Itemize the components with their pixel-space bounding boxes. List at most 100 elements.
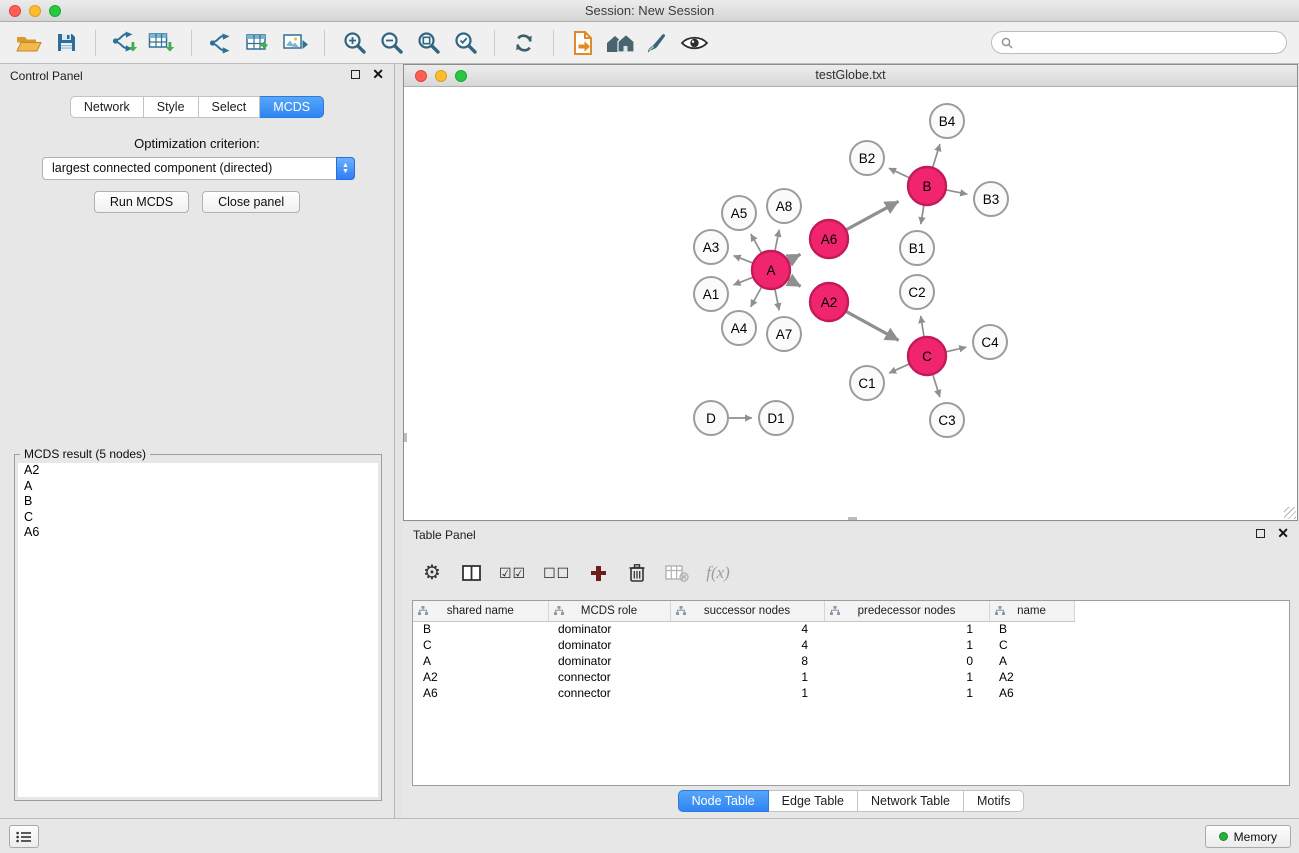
table-cell[interactable]: connector bbox=[548, 685, 670, 701]
status-menu-button[interactable] bbox=[9, 825, 39, 848]
minimize-window-button[interactable] bbox=[29, 5, 41, 17]
graph-node-C4[interactable]: C4 bbox=[973, 325, 1007, 359]
table-cell[interactable]: connector bbox=[548, 669, 670, 685]
save-session-button[interactable] bbox=[49, 26, 83, 60]
zoom-selected-button[interactable] bbox=[448, 26, 482, 60]
table-cell[interactable]: A2 bbox=[413, 669, 548, 685]
graph-edge-A-A6[interactable] bbox=[788, 254, 801, 261]
delete-table-button[interactable] bbox=[665, 560, 689, 586]
memory-button[interactable]: Memory bbox=[1205, 825, 1291, 848]
close-network-window-button[interactable] bbox=[415, 70, 427, 82]
import-network-button[interactable] bbox=[108, 26, 142, 60]
graph-edge-A-A8[interactable] bbox=[775, 230, 779, 252]
table-cell[interactable]: 4 bbox=[670, 637, 824, 653]
tab-mcds[interactable]: MCDS bbox=[260, 96, 324, 118]
table-cell[interactable]: 8 bbox=[670, 653, 824, 669]
table-cell[interactable]: C bbox=[989, 637, 1074, 653]
new-table-button[interactable] bbox=[241, 26, 275, 60]
refresh-view-button[interactable] bbox=[507, 26, 541, 60]
graph-node-D1[interactable]: D1 bbox=[759, 401, 793, 435]
table-cell[interactable]: 1 bbox=[824, 669, 989, 685]
table-settings-button[interactable]: ⚙ bbox=[421, 560, 443, 586]
graph-node-C2[interactable]: C2 bbox=[900, 275, 934, 309]
resize-grip-icon[interactable] bbox=[1284, 507, 1296, 519]
graph-node-A4[interactable]: A4 bbox=[722, 311, 756, 345]
zoom-window-button[interactable] bbox=[49, 5, 61, 17]
graph-node-C1[interactable]: C1 bbox=[850, 366, 884, 400]
table-cell[interactable]: 0 bbox=[824, 653, 989, 669]
search-box[interactable] bbox=[991, 31, 1287, 54]
table-row[interactable]: A6connector11A6 bbox=[413, 685, 1074, 701]
graph-node-A5[interactable]: A5 bbox=[722, 196, 756, 230]
graph-edge-C-C4[interactable] bbox=[946, 347, 967, 352]
column-header-name[interactable]: name bbox=[989, 601, 1074, 621]
close-panel-icon[interactable]: ✕ bbox=[372, 69, 384, 79]
table-tab-node-table[interactable]: Node Table bbox=[678, 790, 769, 812]
graph-edge-A-A2[interactable] bbox=[788, 279, 801, 286]
graph-edge-B-B3[interactable] bbox=[946, 190, 968, 194]
table-cell[interactable]: A6 bbox=[413, 685, 548, 701]
network-canvas[interactable]: B4B2BB3A5A8A6A3B1AC2A1A2A4A7C4CC1DD1C3 bbox=[404, 87, 1297, 520]
function-builder-button[interactable]: f(x) bbox=[706, 560, 730, 586]
dropdown-stepper-icon[interactable]: ▲▼ bbox=[336, 157, 355, 180]
table-cell[interactable]: dominator bbox=[548, 621, 670, 637]
result-item[interactable]: A2 bbox=[18, 463, 378, 479]
graph-node-D[interactable]: D bbox=[694, 401, 728, 435]
add-row-button[interactable] bbox=[587, 560, 609, 586]
toggle-visibility-button[interactable] bbox=[677, 26, 711, 60]
float-table-panel-icon[interactable] bbox=[1256, 529, 1265, 538]
search-input[interactable] bbox=[1019, 36, 1277, 50]
graph-edge-C-C2[interactable] bbox=[921, 316, 924, 337]
table-tab-motifs[interactable]: Motifs bbox=[964, 790, 1024, 812]
table-row[interactable]: Adominator80A bbox=[413, 653, 1074, 669]
graph-edge-A-A5[interactable] bbox=[751, 234, 762, 253]
column-header-predecessor-nodes[interactable]: predecessor nodes bbox=[824, 601, 989, 621]
graph-node-A7[interactable]: A7 bbox=[767, 317, 801, 351]
zoom-in-button[interactable] bbox=[337, 26, 371, 60]
graph-node-B2[interactable]: B2 bbox=[850, 141, 884, 175]
table-cell[interactable]: A bbox=[989, 653, 1074, 669]
result-item[interactable]: C bbox=[18, 510, 378, 526]
table-cell[interactable]: 1 bbox=[824, 637, 989, 653]
graph-edge-B-B1[interactable] bbox=[921, 205, 924, 224]
optimization-criterion-select[interactable]: largest connected component (directed) ▲… bbox=[42, 157, 355, 180]
graph-edge-B-B2[interactable] bbox=[889, 168, 910, 178]
graph-edge-C-C1[interactable] bbox=[889, 364, 910, 373]
table-tab-network-table[interactable]: Network Table bbox=[858, 790, 964, 812]
table-tab-edge-table[interactable]: Edge Table bbox=[769, 790, 858, 812]
title-bar[interactable]: Session: New Session bbox=[0, 0, 1299, 22]
graph-edge-C-C3[interactable] bbox=[933, 374, 940, 397]
mcds-result-list[interactable]: A2ABCA6 bbox=[18, 463, 378, 797]
close-table-panel-icon[interactable]: ✕ bbox=[1277, 528, 1289, 538]
table-cell[interactable]: C bbox=[413, 637, 548, 653]
graph-edge-A6-B[interactable] bbox=[846, 201, 899, 230]
zoom-network-window-button[interactable] bbox=[455, 70, 467, 82]
new-network-button[interactable] bbox=[204, 26, 238, 60]
table-cell[interactable]: 1 bbox=[670, 685, 824, 701]
table-cell[interactable]: 1 bbox=[824, 621, 989, 637]
show-column-button[interactable] bbox=[460, 560, 482, 586]
open-file-button[interactable] bbox=[12, 26, 46, 60]
graph-edge-A-A1[interactable] bbox=[733, 277, 753, 285]
graph-edge-B-B4[interactable] bbox=[933, 144, 940, 168]
table-cell[interactable]: A6 bbox=[989, 685, 1074, 701]
minimize-network-window-button[interactable] bbox=[435, 70, 447, 82]
zoom-out-button[interactable] bbox=[374, 26, 408, 60]
zoom-fit-button[interactable] bbox=[411, 26, 445, 60]
table-cell[interactable]: 1 bbox=[670, 669, 824, 685]
graph-node-A8[interactable]: A8 bbox=[767, 189, 801, 223]
close-window-button[interactable] bbox=[9, 5, 21, 17]
graph-node-B[interactable]: B bbox=[908, 167, 946, 205]
tab-select[interactable]: Select bbox=[199, 96, 261, 118]
graph-edge-A-A7[interactable] bbox=[775, 289, 779, 311]
graph-edge-A2-C[interactable] bbox=[846, 311, 899, 340]
graph-node-A3[interactable]: A3 bbox=[694, 230, 728, 264]
import-table-button[interactable] bbox=[145, 26, 179, 60]
table-row[interactable]: Cdominator41C bbox=[413, 637, 1074, 653]
table-row[interactable]: A2connector11A2 bbox=[413, 669, 1074, 685]
graph-node-A6[interactable]: A6 bbox=[810, 220, 848, 258]
close-panel-button[interactable]: Close panel bbox=[202, 191, 300, 213]
column-header-successor-nodes[interactable]: successor nodes bbox=[670, 601, 824, 621]
column-header-shared-name[interactable]: shared name bbox=[413, 601, 548, 621]
graph-node-A1[interactable]: A1 bbox=[694, 277, 728, 311]
